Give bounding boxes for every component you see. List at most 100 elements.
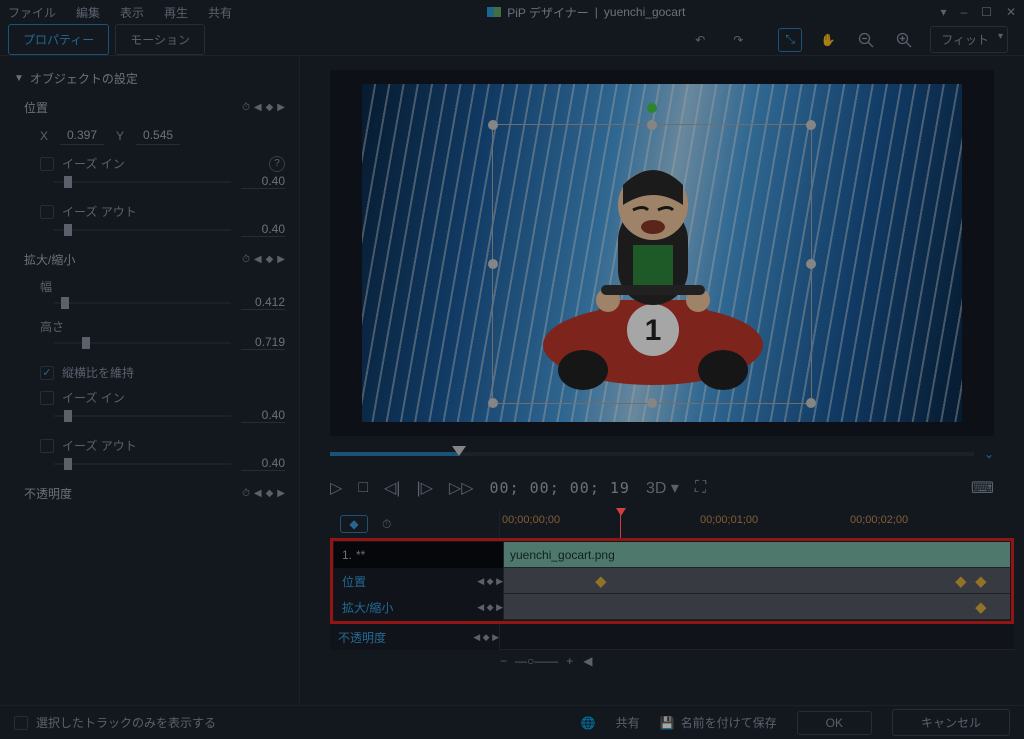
prev-keyframe-icon[interactable]: ◀ bbox=[254, 254, 262, 265]
next-keyframe-icon[interactable]: ▶ bbox=[277, 488, 285, 499]
clip-lane[interactable]: yuenchi_gocart.png bbox=[504, 542, 1010, 568]
next-keyframe-icon[interactable]: ▶ bbox=[277, 102, 285, 113]
resize-handle[interactable] bbox=[488, 259, 498, 269]
keyboard-icon[interactable]: ⌨ bbox=[971, 478, 994, 498]
save-as-button[interactable]: 💾 名前を付けて保存 bbox=[660, 714, 777, 731]
redo-icon[interactable]: ↷ bbox=[726, 28, 750, 52]
stopwatch-view-icon[interactable]: ⏱ bbox=[382, 517, 391, 532]
preview-canvas[interactable]: 1 bbox=[362, 84, 962, 422]
clip-track-label[interactable]: 1. ** bbox=[334, 542, 504, 568]
resize-handle[interactable] bbox=[806, 398, 816, 408]
scale-lane[interactable] bbox=[504, 594, 1010, 620]
opacity-track-label[interactable]: 不透明度 ◀ ◆ ▶ bbox=[330, 624, 500, 650]
window-dropdown-icon[interactable]: ▾ bbox=[940, 5, 946, 19]
ease-in-value[interactable]: 0.40 bbox=[241, 174, 285, 189]
height-value[interactable]: 0.719 bbox=[241, 335, 285, 350]
scale-ease-in-value[interactable]: 0.40 bbox=[241, 408, 285, 423]
add-keyframe-icon[interactable]: ◆ bbox=[266, 102, 274, 113]
cancel-button[interactable]: キャンセル bbox=[892, 709, 1010, 736]
opacity-lane[interactable] bbox=[500, 624, 1014, 650]
stopwatch-icon[interactable]: ⏱ bbox=[242, 254, 250, 265]
object-settings-header[interactable]: ▼ オブジェクトの設定 bbox=[14, 64, 285, 93]
scale-track-label[interactable]: 拡大/縮小 ◀ ◆ ▶ bbox=[334, 594, 504, 620]
menu-play[interactable]: 再生 bbox=[164, 4, 188, 21]
next-frame-icon[interactable]: |▷ bbox=[416, 478, 432, 498]
height-slider[interactable] bbox=[54, 342, 231, 344]
zoom-out-icon[interactable] bbox=[854, 28, 878, 52]
scale-kf-controls[interactable]: ◀ ◆ ▶ bbox=[477, 602, 503, 613]
resize-handle[interactable] bbox=[806, 120, 816, 130]
menu-file[interactable]: ファイル bbox=[8, 4, 56, 21]
preview-seek-bar[interactable] bbox=[330, 452, 974, 456]
opacity-kf-controls[interactable]: ◀ ◆ ▶ bbox=[473, 632, 499, 643]
timeline-ruler[interactable]: 00;00;00;00 00;00;01;00 00;00;02;00 bbox=[500, 510, 1014, 538]
ease-in-checkbox[interactable] bbox=[40, 157, 54, 171]
keyframe-diamond[interactable] bbox=[975, 576, 986, 587]
seek-thumb[interactable] bbox=[452, 446, 466, 456]
share-button[interactable]: 共有 bbox=[616, 714, 640, 731]
tab-motion[interactable]: モーション bbox=[115, 24, 205, 55]
width-slider[interactable] bbox=[54, 302, 231, 304]
pip-selection-box[interactable]: 1 bbox=[492, 124, 812, 404]
play-icon[interactable]: ▷ bbox=[330, 478, 342, 498]
x-value[interactable]: 0.397 bbox=[60, 126, 104, 145]
add-keyframe-icon[interactable]: ◆ bbox=[266, 254, 274, 265]
timecode-display[interactable]: 00; 00; 00; 19 bbox=[490, 479, 630, 497]
scale-ease-out-value[interactable]: 0.40 bbox=[241, 456, 285, 471]
ease-out-value[interactable]: 0.40 bbox=[241, 222, 285, 237]
menu-share[interactable]: 共有 bbox=[208, 4, 232, 21]
scale-ease-in-checkbox[interactable] bbox=[40, 391, 54, 405]
timeline-playhead[interactable] bbox=[620, 510, 621, 538]
keyframe-diamond[interactable] bbox=[955, 576, 966, 587]
ease-out-slider[interactable] bbox=[54, 229, 231, 231]
resize-handle[interactable] bbox=[488, 398, 498, 408]
position-track-label[interactable]: 位置 ◀ ◆ ▶ bbox=[334, 568, 504, 594]
menu-view[interactable]: 表示 bbox=[120, 4, 144, 21]
move-tool-icon[interactable]: ⤡ bbox=[778, 28, 802, 52]
zoom-in-timeline-icon[interactable]: + bbox=[566, 654, 573, 668]
ease-in-slider[interactable] bbox=[54, 181, 231, 183]
prev-keyframe-icon[interactable]: ◀ bbox=[254, 488, 262, 499]
scroll-left-icon[interactable]: ◀ bbox=[583, 654, 592, 668]
keep-aspect-checkbox[interactable] bbox=[40, 366, 54, 380]
zoom-out-timeline-icon[interactable]: − bbox=[500, 654, 507, 668]
scale-ease-out-checkbox[interactable] bbox=[40, 439, 54, 453]
hand-tool-icon[interactable]: ✋ bbox=[816, 28, 840, 52]
tab-property[interactable]: プロパティー bbox=[8, 24, 109, 55]
fast-forward-icon[interactable]: ▷▷ bbox=[449, 478, 474, 498]
scale-ease-in-slider[interactable] bbox=[54, 415, 231, 417]
next-keyframe-icon[interactable]: ▶ bbox=[277, 254, 285, 265]
undo-icon[interactable]: ↶ bbox=[688, 28, 712, 52]
help-icon[interactable]: ? bbox=[269, 156, 285, 172]
width-value[interactable]: 0.412 bbox=[241, 295, 285, 310]
position-kf-controls[interactable]: ◀ ◆ ▶ bbox=[477, 576, 503, 587]
resize-handle[interactable] bbox=[647, 120, 657, 130]
resize-handle[interactable] bbox=[647, 398, 657, 408]
show-selected-only-checkbox[interactable] bbox=[14, 716, 28, 730]
add-keyframe-icon[interactable]: ◆ bbox=[266, 488, 274, 499]
keyframe-diamond[interactable] bbox=[975, 602, 986, 613]
stop-icon[interactable]: □ bbox=[358, 479, 368, 497]
resize-handle[interactable] bbox=[488, 120, 498, 130]
stopwatch-icon[interactable]: ⏱ bbox=[242, 488, 250, 499]
y-value[interactable]: 0.545 bbox=[136, 126, 180, 145]
position-lane[interactable] bbox=[504, 568, 1010, 594]
fullscreen-icon[interactable]: ⛶ bbox=[695, 479, 706, 497]
rotate-handle[interactable] bbox=[647, 103, 657, 113]
globe-icon[interactable]: 🌐 bbox=[581, 716, 596, 730]
resize-handle[interactable] bbox=[806, 259, 816, 269]
scale-ease-out-slider[interactable] bbox=[54, 463, 231, 465]
keyframe-view-icon[interactable]: ◆ bbox=[340, 515, 368, 533]
expand-icon[interactable]: ⌄ bbox=[984, 447, 994, 461]
zoom-in-icon[interactable] bbox=[892, 28, 916, 52]
window-maximize-icon[interactable]: ☐ bbox=[981, 5, 992, 19]
zoom-fit-dropdown[interactable]: フィット bbox=[930, 26, 1008, 53]
stopwatch-icon[interactable]: ⏱ bbox=[242, 102, 250, 113]
three-d-toggle[interactable]: 3D ▾ bbox=[646, 478, 679, 498]
prev-keyframe-icon[interactable]: ◀ bbox=[254, 102, 262, 113]
prev-frame-icon[interactable]: ◁| bbox=[384, 478, 400, 498]
window-close-icon[interactable]: ✕ bbox=[1006, 5, 1016, 19]
ok-button[interactable]: OK bbox=[797, 711, 872, 735]
ease-out-checkbox[interactable] bbox=[40, 205, 54, 219]
window-minimize-icon[interactable]: – bbox=[960, 5, 967, 19]
